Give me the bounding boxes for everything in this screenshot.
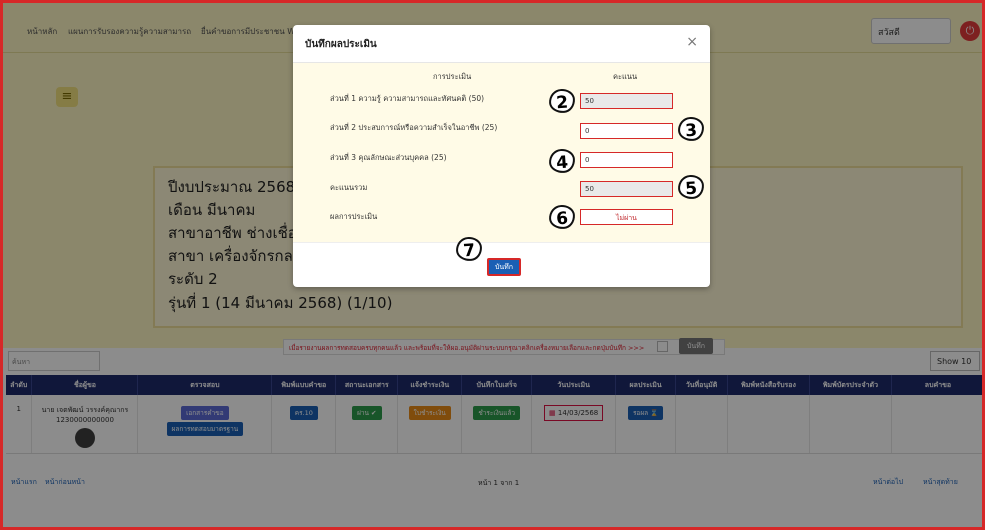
part3-label: ส่วนที่ 3 คุณลักษณะส่วนบุคคล (25) bbox=[330, 153, 447, 162]
close-icon[interactable]: × bbox=[686, 34, 698, 50]
modal-body: การประเมิน คะแนน ส่วนที่ 1 ความรู้ ความส… bbox=[293, 63, 710, 243]
modal-title: บันทึกผลประเมิน bbox=[305, 39, 377, 50]
total-score-field: 50 bbox=[580, 181, 673, 197]
evaluation-modal: บันทึกผลประเมิน × การประเมิน คะแนน ส่วนท… bbox=[293, 25, 710, 287]
result-field: ไม่ผ่าน bbox=[580, 209, 673, 225]
result-label: ผลการประเมิน bbox=[330, 212, 378, 221]
total-label: คะแนนรวม bbox=[330, 183, 368, 192]
part1-label: ส่วนที่ 1 ความรู้ ความสามารถและทัศนคติ (… bbox=[330, 94, 485, 103]
part2-label: ส่วนที่ 2 ประสบการณ์หรือความสำเร็จในอาชี… bbox=[330, 123, 498, 132]
part1-score-input[interactable]: 50 bbox=[580, 93, 673, 109]
part3-score-input[interactable]: 0 bbox=[580, 152, 673, 168]
part2-score-input[interactable]: 0 bbox=[580, 123, 673, 139]
app-frame: หน้าหลัก แผนการรับรองความรู้ความสามารถ ย… bbox=[0, 0, 985, 530]
modal-header: บันทึกผลประเมิน × bbox=[293, 25, 710, 63]
score-column-header: คะแนน bbox=[613, 72, 638, 81]
eval-column-header: การประเมิน bbox=[433, 72, 472, 81]
save-button[interactable]: บันทึก bbox=[487, 258, 521, 276]
